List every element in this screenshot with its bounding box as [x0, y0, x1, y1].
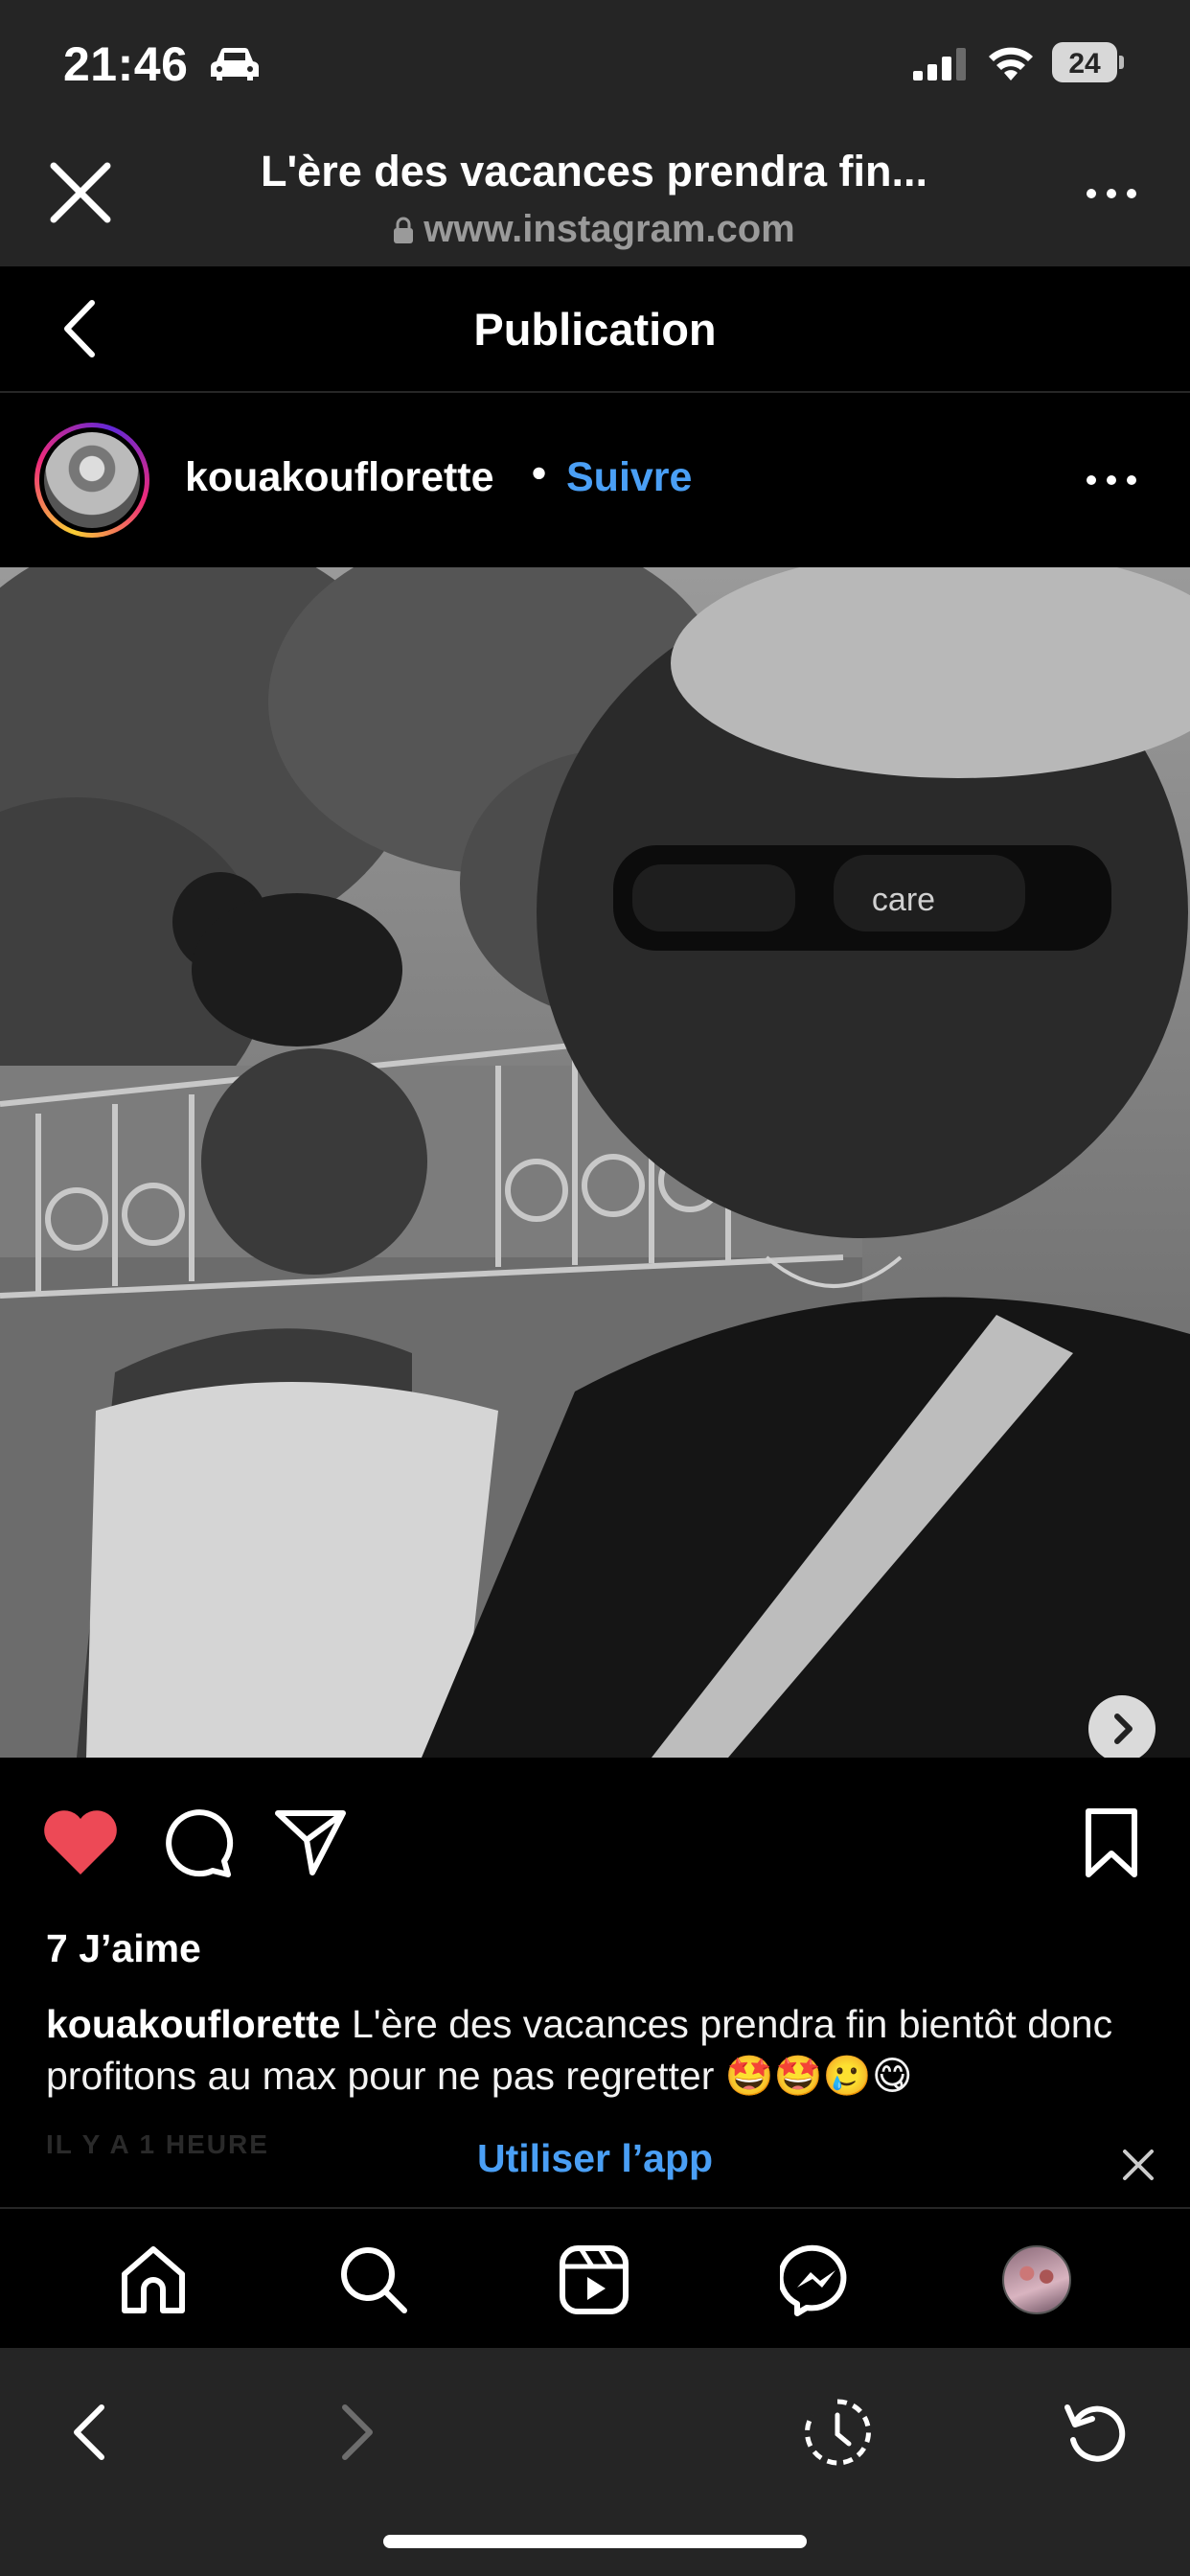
status-bar: 21:46 24 [0, 0, 1190, 129]
carousel-next-button[interactable] [1088, 1695, 1156, 1758]
battery-level: 24 [1068, 48, 1101, 80]
car-icon [211, 48, 259, 80]
messenger-icon[interactable] [780, 2243, 853, 2316]
use-app-banner: Utiliser l’app [0, 2123, 1190, 2207]
post-caption: kouakouflorette L'ère des vacances prend… [46, 1998, 1157, 2102]
wifi-icon [989, 47, 1033, 80]
home-indicator [383, 2535, 807, 2548]
page-title: Publication [473, 304, 717, 355]
tab-bar [0, 2207, 1190, 2348]
avatar[interactable] [34, 423, 149, 538]
signal-icon [913, 48, 966, 80]
comment-icon[interactable] [157, 1806, 238, 1878]
like-count[interactable]: 7 J’aime [46, 1926, 201, 1971]
search-icon[interactable] [337, 2243, 410, 2316]
use-app-link[interactable]: Utiliser l’app [0, 2136, 1190, 2181]
browser-page-title: L'ère des vacances prendra fin... [260, 147, 927, 196]
battery-icon: 24 [1052, 42, 1124, 82]
history-icon[interactable] [799, 2394, 876, 2471]
reload-icon[interactable] [1058, 2394, 1134, 2471]
chevron-right-icon [1114, 1714, 1133, 1744]
share-icon[interactable] [270, 1806, 351, 1878]
reels-icon[interactable] [558, 2243, 630, 2316]
browser-url[interactable]: www.instagram.com [182, 208, 1006, 251]
sunglasses-text: care [872, 882, 935, 918]
post-actions [0, 1758, 1190, 1930]
forward-icon[interactable] [316, 2394, 393, 2471]
browser-more-icon[interactable] [1083, 179, 1140, 208]
post-photo-image: care [0, 567, 1190, 1758]
post-username[interactable]: kouakouflorette [185, 454, 494, 501]
status-time: 21:46 [63, 37, 189, 91]
browser-header: L'ère des vacances prendra fin... www.in… [0, 129, 1190, 266]
separator-dot: • [532, 450, 547, 496]
home-icon[interactable] [117, 2243, 190, 2316]
bookmark-icon[interactable] [1071, 1806, 1152, 1878]
caption-username[interactable]: kouakouflorette [46, 2002, 341, 2046]
close-icon[interactable] [1119, 2146, 1157, 2184]
post-photo[interactable]: care [0, 567, 1190, 1758]
ig-top-nav: Publication [0, 266, 1190, 393]
post-header: kouakouflorette • Suivre [0, 393, 1190, 567]
post-more-icon[interactable] [1083, 466, 1140, 494]
close-icon[interactable] [42, 154, 119, 231]
browser-url-text: www.instagram.com [423, 208, 795, 250]
back-icon[interactable] [54, 2394, 130, 2471]
profile-avatar[interactable] [1002, 2245, 1071, 2314]
lock-icon [394, 217, 414, 243]
heart-icon[interactable] [40, 1806, 121, 1878]
follow-button[interactable]: Suivre [566, 454, 692, 501]
